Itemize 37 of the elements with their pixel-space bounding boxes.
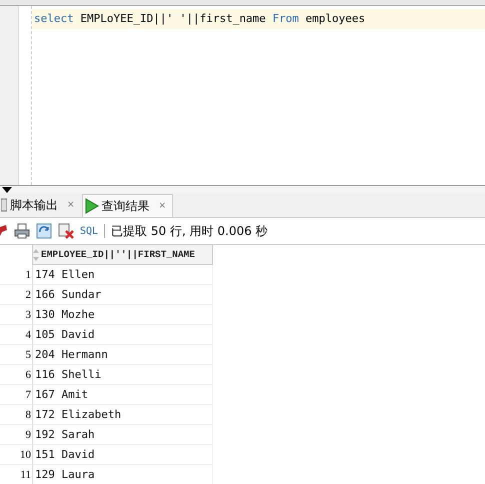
row-number: 7: [0, 385, 32, 405]
clear-icon[interactable]: [58, 223, 74, 239]
column-header[interactable]: EMPLOYEE_ID||''||FIRST_NAME: [32, 245, 213, 265]
table-cell: 172 Elizabeth: [32, 405, 213, 425]
document-icon: [1, 198, 7, 212]
row-number: 8: [0, 405, 32, 425]
row-number: 10: [0, 445, 32, 465]
play-icon: [84, 198, 99, 214]
row-number: 2: [0, 285, 32, 305]
row-number: 9: [0, 425, 32, 445]
row-number: 11: [0, 465, 32, 484]
row-number: 6: [0, 365, 32, 385]
table-cell: 105 David: [32, 325, 213, 345]
row-number: 4: [0, 325, 32, 345]
panel-tab[interactable]: 脚本输出 ×: [0, 193, 82, 217]
row-number: 1: [0, 265, 32, 285]
table-cell: 116 Shelli: [32, 365, 213, 385]
sort-icon: [33, 248, 39, 260]
close-tab-button[interactable]: ×: [158, 201, 166, 211]
table-cell: 130 Mozhe: [32, 305, 213, 325]
table-cell: 151 David: [32, 445, 213, 465]
table-cell: 204 Hermann: [32, 345, 213, 365]
row-number: 3: [0, 305, 32, 325]
close-tab-button[interactable]: ×: [67, 200, 75, 210]
print-icon[interactable]: [14, 223, 30, 239]
refresh-icon[interactable]: [36, 223, 52, 239]
table-cell: 192 Sarah: [32, 425, 213, 445]
pin-icon[interactable]: [0, 224, 8, 238]
table-cell: 167 Amit: [32, 385, 213, 405]
status-text: 已提取 50 行, 用时 0.006 秒: [111, 222, 268, 240]
table-cell: 174 Ellen: [32, 265, 213, 285]
panel-tab[interactable]: 查询结果 ×: [82, 194, 174, 217]
collapse-arrow-icon[interactable]: [2, 187, 12, 193]
sql-link[interactable]: SQL: [80, 226, 98, 236]
table-cell: 166 Sundar: [32, 285, 213, 305]
row-number: 5: [0, 345, 32, 365]
table-cell: 129 Laura: [32, 465, 213, 484]
